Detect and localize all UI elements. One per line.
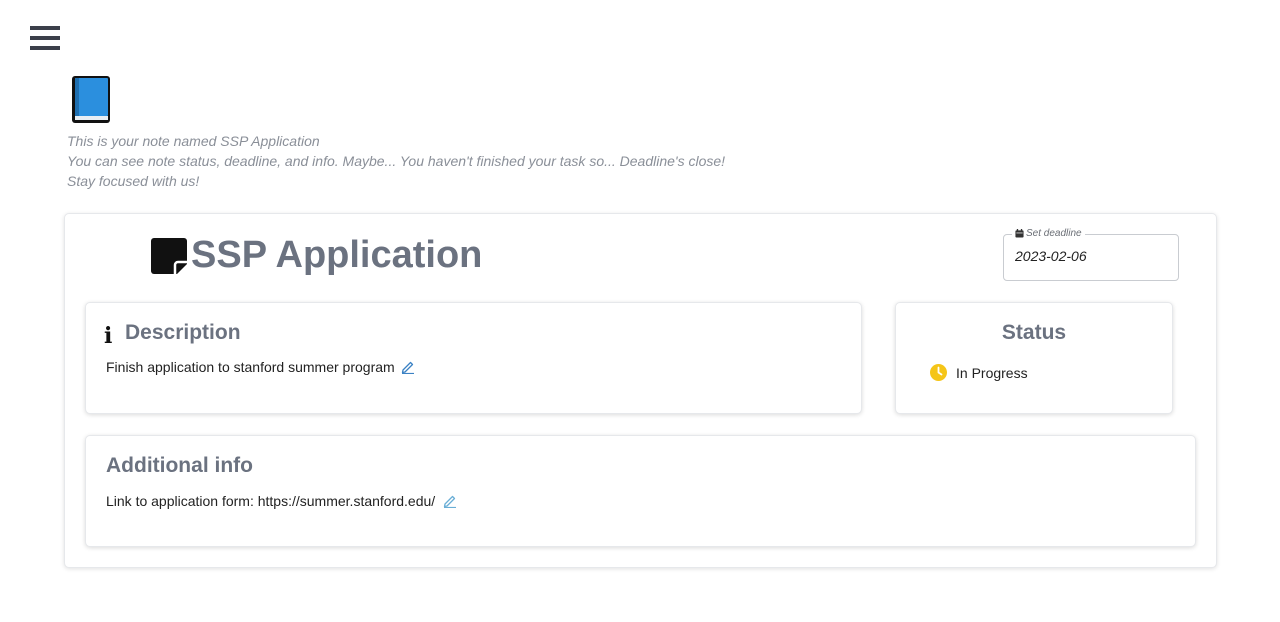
description-card: i Description Finish application to stan… (85, 302, 862, 414)
note-header: SSP Application (151, 234, 482, 277)
note-page: This is your note named SSP Application … (0, 0, 1280, 622)
blue-book-icon (70, 75, 112, 125)
deadline-label: Set deadline (1012, 228, 1085, 239)
description-heading: Description (125, 321, 241, 344)
additional-info-card: Additional info Link to application form… (85, 435, 1196, 547)
additional-info-text: Link to application form: https://summer… (106, 493, 436, 509)
description-text: Finish application to stanford summer pr… (106, 359, 395, 375)
additional-info-row: Link to application form: https://summer… (106, 493, 457, 509)
deadline-input[interactable] (1015, 248, 1165, 264)
info-icon: i (104, 323, 113, 349)
sticky-note-icon (151, 237, 187, 274)
intro-line: This is your note named SSP Application (67, 133, 320, 149)
deadline-label-text: Set deadline (1026, 228, 1082, 239)
calendar-icon (1015, 229, 1024, 238)
pencil-edit-icon[interactable] (443, 494, 457, 508)
deadline-field[interactable]: Set deadline (1003, 228, 1179, 281)
status-row: In Progress (930, 364, 1028, 381)
description-row: Finish application to stanford summer pr… (106, 359, 415, 375)
note-card: SSP Application Set deadline i Descripti… (64, 213, 1217, 568)
intro-text: This is your note named SSP Application … (67, 131, 725, 191)
status-value: In Progress (956, 364, 1028, 381)
intro-line: You can see note status, deadline, and i… (67, 153, 726, 169)
hamburger-menu-icon[interactable] (30, 26, 60, 52)
status-card: Status In Progress (895, 302, 1173, 414)
status-heading: Status (1001, 321, 1067, 344)
note-title: SSP Application (191, 234, 483, 276)
pencil-edit-icon[interactable] (401, 360, 415, 374)
additional-info-heading: Additional info (106, 454, 253, 477)
intro-line: Stay focused with us! (67, 173, 200, 189)
clock-icon (930, 364, 947, 381)
